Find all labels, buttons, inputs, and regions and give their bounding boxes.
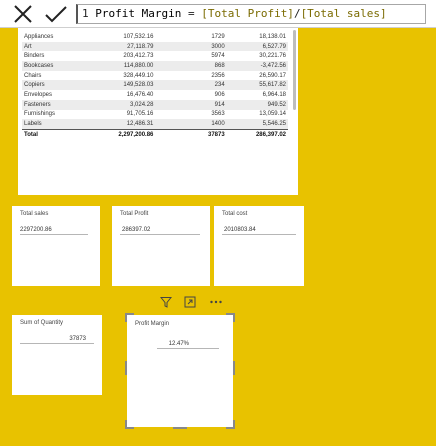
table-row[interactable]: Binders 203,412.73 5974 30,221.76: [22, 51, 288, 61]
focus-mode-icon[interactable]: [182, 294, 198, 310]
card-sum-quantity[interactable]: Sum of Quantity 37873: [12, 315, 102, 395]
card-total-cost[interactable]: Total cost 2010803.84: [214, 206, 304, 286]
card-value: 2297200.86: [20, 227, 52, 233]
card-profit-margin[interactable]: Profit Margin 12.47%: [125, 313, 235, 429]
more-options-icon[interactable]: [208, 294, 224, 310]
card-divider: [157, 348, 219, 349]
card-divider: [20, 343, 94, 344]
table-row[interactable]: Labels 12,486.31 1400 5,546.25: [22, 119, 288, 130]
card-title: Profit Margin: [135, 321, 170, 327]
table-row[interactable]: Envelopes 16,476.40 906 6,964.18: [22, 90, 288, 100]
vertical-scrollbar[interactable]: [293, 30, 296, 110]
resize-handle-top-left[interactable]: [125, 313, 134, 322]
card-divider: [222, 234, 296, 235]
card-value: 2010803.84: [224, 227, 256, 233]
card-title: Total Profit: [120, 211, 149, 217]
card-divider: [20, 234, 88, 235]
resize-handle-top-right[interactable]: [226, 313, 235, 322]
card-total-sales[interactable]: Total sales 2297200.86: [12, 206, 100, 286]
close-icon[interactable]: [12, 4, 34, 24]
table-row[interactable]: Fasteners 3,024.28 914 949.52: [22, 99, 288, 110]
card-title: Total sales: [20, 211, 49, 217]
card-title: Total cost: [222, 211, 248, 217]
resize-handle-left[interactable]: [125, 361, 127, 375]
card-value: 12.47%: [168, 341, 189, 347]
measure-name: Profit Margin: [95, 7, 182, 20]
filter-icon[interactable]: [158, 294, 174, 310]
table-row[interactable]: Art 27,118.79 3000 6,527.79: [22, 41, 288, 52]
data-table: Appliances 107,532.16 1729 18,138.01 Art 27,…: [22, 28, 288, 141]
card-title: Sum of Quantity: [20, 320, 64, 326]
card-value: 286397.02: [122, 227, 151, 233]
line-number: 1: [82, 7, 89, 20]
table-row[interactable]: Copiers 149,528.03 234 55,617.82: [22, 80, 288, 91]
formula-input[interactable]: 1 Profit Margin = [Total Profit]/[Total …: [76, 4, 426, 24]
formula-ref-profit: [Total Profit]: [201, 7, 294, 20]
formula-divide: /: [293, 7, 301, 20]
resize-handle-bottom-right[interactable]: [226, 420, 235, 429]
formula-ref-sales: [Total sales]: [300, 7, 387, 20]
table-row[interactable]: Bookcases 114,880.00 868 -3,472.56: [22, 61, 288, 71]
table-visual[interactable]: Appliances 107,532.16 1729 18,138.01 Art 27,…: [18, 28, 298, 195]
table-row[interactable]: Furnishings 91,705.16 3563 13,059.14: [22, 110, 288, 120]
check-icon[interactable]: [44, 4, 68, 24]
resize-handle-bottom-left[interactable]: [125, 420, 134, 429]
equals-operator: =: [181, 7, 202, 20]
table-row[interactable]: Appliances 107,532.16 1729 18,138.01: [22, 32, 288, 42]
resize-handle-bottom[interactable]: [173, 427, 187, 429]
card-value: 37873: [69, 336, 86, 342]
resize-handle-right[interactable]: [233, 361, 235, 375]
formula-bar: 1 Profit Margin = [Total Profit]/[Total …: [0, 0, 436, 28]
card-total-profit[interactable]: Total Profit 286397.02: [112, 206, 210, 286]
card-divider: [120, 234, 200, 235]
table-total-row: Total 2,297,200.86 37873 286,397.02: [22, 128, 288, 141]
table-row[interactable]: Chairs 328,449.10 2356 26,590.17: [22, 71, 288, 81]
visual-header-toolbar: [158, 294, 230, 310]
